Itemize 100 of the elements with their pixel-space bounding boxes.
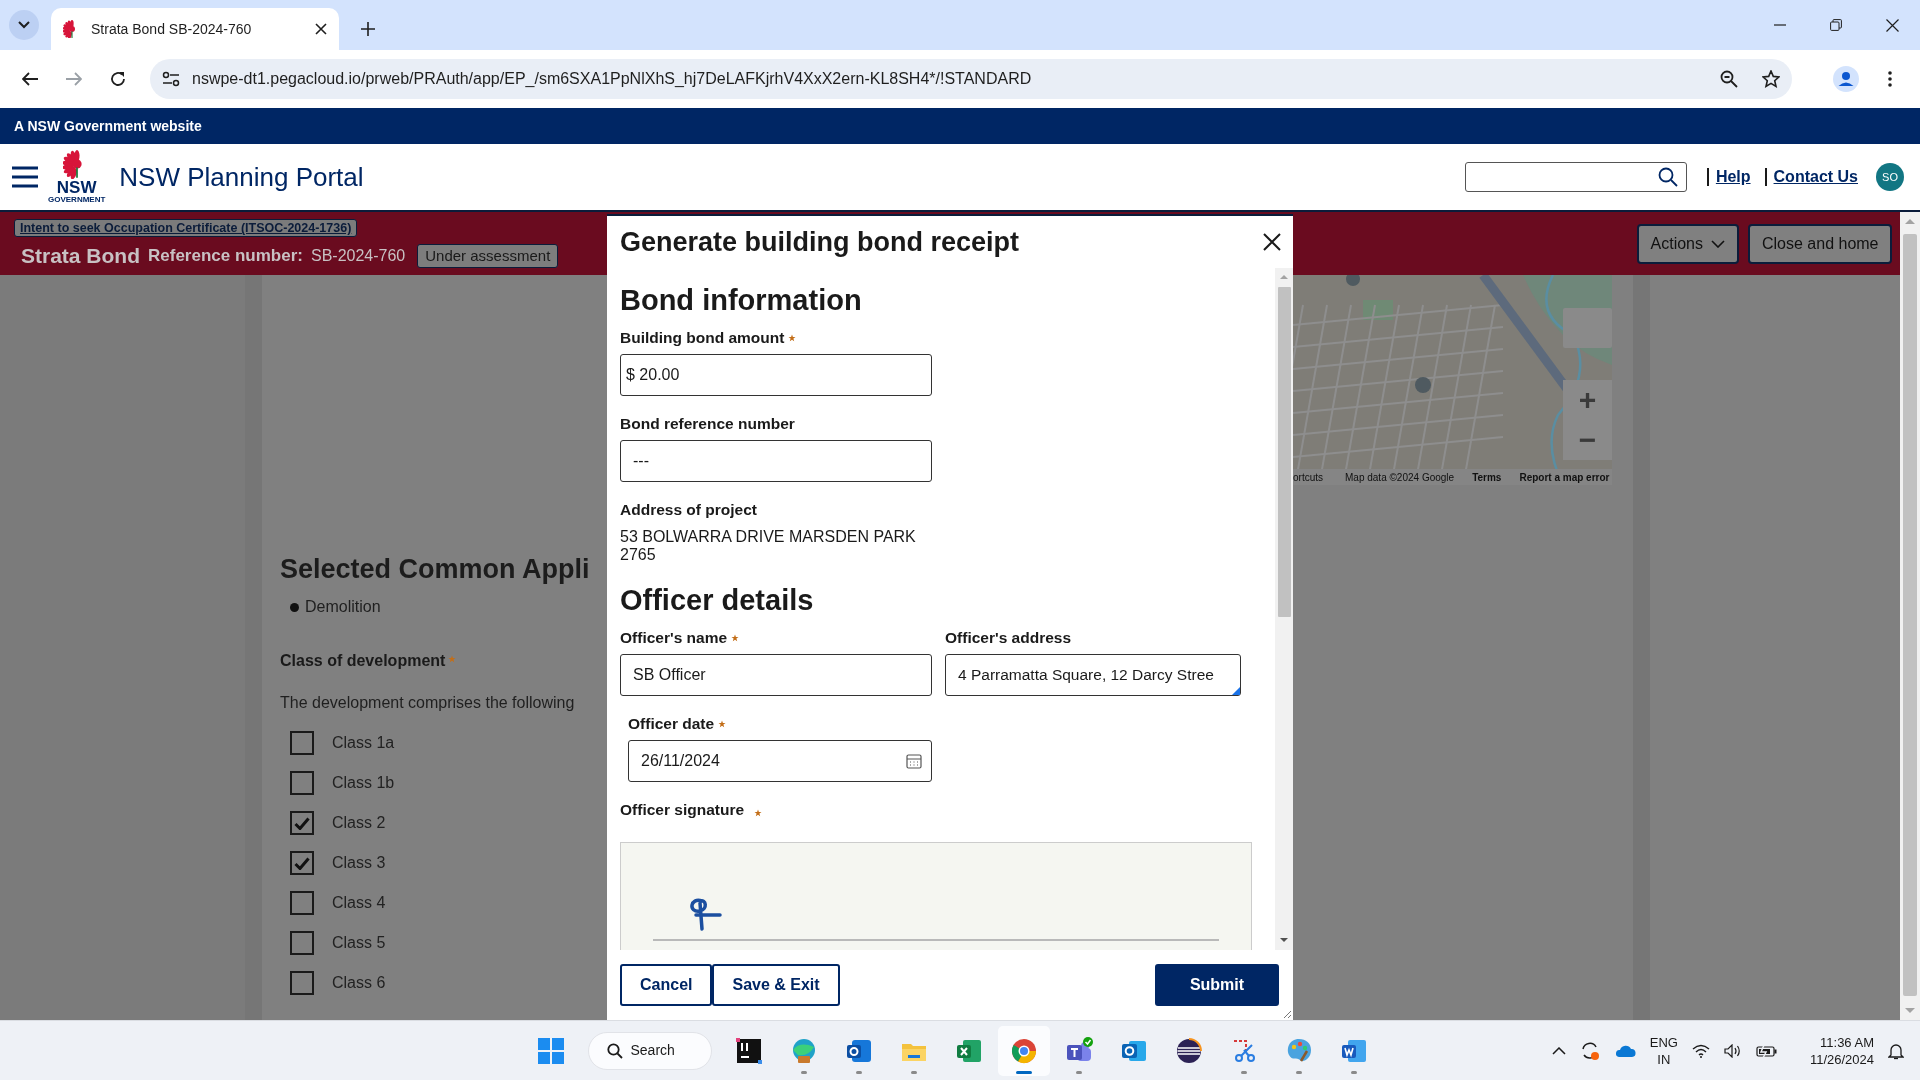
checkbox[interactable] [290, 771, 314, 796]
running-indicator [800, 1070, 807, 1074]
notifications-button[interactable] [1888, 1041, 1904, 1060]
close-button[interactable] [1263, 233, 1281, 251]
ide-icon [734, 1036, 763, 1065]
section-heading: Selected Common Appli [280, 553, 590, 586]
close-icon [1263, 233, 1281, 251]
planet-icon [1174, 1036, 1203, 1065]
avatar[interactable]: SO [1876, 163, 1904, 191]
hamburger-menu-icon [12, 166, 38, 188]
back-arrow-icon [22, 72, 38, 86]
status-badge: Under assessment [417, 243, 559, 269]
text-area[interactable]: 4 Parramatta Square, 12 Darcy Stree [945, 654, 1241, 696]
browser-icon [1009, 1036, 1038, 1065]
clock[interactable]: 11:36 AM 11/26/2024 [1809, 1033, 1874, 1068]
checkbox[interactable] [290, 971, 314, 996]
map-link[interactable]: Report a map error [1519, 469, 1610, 485]
resize-handle-icon[interactable] [1232, 687, 1240, 695]
chevron-up-icon [1551, 1046, 1566, 1055]
running-indicator [1350, 1070, 1357, 1074]
map-link[interactable]: Terms [1472, 469, 1502, 485]
menu-button[interactable] [12, 166, 38, 188]
close-tab-button[interactable] [315, 23, 327, 35]
wifi-icon[interactable] [1691, 1043, 1710, 1058]
running-indicator [910, 1070, 917, 1074]
search-field[interactable] [1464, 162, 1687, 192]
checkbox-label: Class 4 [332, 893, 386, 914]
secondary-button[interactable]: Cancel [620, 964, 713, 1006]
input-field[interactable]: --- [620, 440, 932, 482]
required-icon [788, 334, 797, 342]
checkbox-label: Class 2 [332, 813, 386, 834]
tab-search-button[interactable] [9, 10, 39, 40]
search-icon [606, 1042, 623, 1059]
checkbox-label: Class 3 [332, 853, 386, 874]
submit-button[interactable]: Submit [1155, 964, 1279, 1006]
person-icon [1833, 66, 1859, 92]
parent-case-link[interactable]: Intent to seek Occupation Certificate (ITSOC-2024-1736) [14, 219, 358, 238]
cloud-button[interactable] [1613, 1043, 1636, 1058]
checkbox[interactable] [290, 891, 314, 916]
header-link[interactable]: Help [1706, 168, 1751, 186]
required-icon [731, 634, 740, 642]
battery-icon[interactable] [1755, 1043, 1778, 1058]
checkbox[interactable] [290, 811, 314, 836]
four-squares-icon [537, 1037, 564, 1064]
address-bar[interactable]: nswpe-dt1.pegacloud.io/prweb/PRAuth/app/EP_/sm6SXA1PpNlXhS_hj7DeLAFKjrhV4XxX2ern-KL8SH4*/!STANDARD [150, 59, 1792, 99]
government-banner-text: A NSW Government website [14, 116, 202, 136]
reference-label: Reference number: [148, 245, 303, 268]
checkmark-icon [294, 856, 310, 870]
input-field[interactable]: $ 20.00 [620, 354, 932, 396]
close-icon [1885, 18, 1899, 32]
reference-number: SB-2024-760 [310, 246, 406, 266]
running-indicator [1075, 1070, 1082, 1074]
secondary-button[interactable]: Save & Exit [712, 964, 840, 1006]
search-icon[interactable] [1657, 167, 1678, 187]
cloud-icon [1613, 1043, 1636, 1058]
checkbox-label: Class 6 [332, 973, 386, 994]
sync-button[interactable] [1579, 1040, 1600, 1061]
url-text: nswpe-dt1.pegacloud.io/prweb/PRAuth/app/EP_/sm6SXA1PpNlXhS_hj7DeLAFKjrhV4XxX2ern-KL8SH4*/!STANDARD [192, 69, 1033, 89]
section-heading: Officer details [620, 583, 815, 618]
zoom-icon[interactable] [1720, 70, 1738, 88]
input-field[interactable]: SB Officer [620, 654, 932, 696]
show-hidden-icons-button[interactable] [1551, 1046, 1566, 1055]
calendar-icon[interactable] [906, 753, 922, 769]
close-icon [315, 23, 327, 35]
running-indicator [1015, 1070, 1032, 1074]
sync-icon [1579, 1040, 1600, 1061]
field-label: Address of project [620, 500, 757, 520]
browser-tab[interactable]: Strata Bond SB-2024-760 [51, 8, 339, 50]
running-indicator [1240, 1070, 1247, 1074]
checkbox-label: Class 1a [332, 733, 395, 754]
minimize-icon [1774, 24, 1786, 26]
header-link[interactable]: Contact Us [1764, 168, 1858, 186]
chevron-down-icon [1711, 239, 1725, 248]
checkbox[interactable] [290, 851, 314, 876]
required-icon [718, 720, 727, 728]
language-indicator[interactable]: ENG IN [1649, 1033, 1678, 1068]
required-icon [448, 655, 457, 664]
taskbar-search[interactable]: Search [587, 1031, 712, 1070]
logo-subtext: GOVERNMENT [48, 196, 106, 204]
checkbox[interactable] [290, 931, 314, 956]
bullet-dot [290, 602, 299, 612]
actions-dropdown[interactable]: Actions [1636, 223, 1739, 264]
field-label: Bond reference number [620, 414, 795, 434]
description-text: The development comprises the following [280, 693, 575, 714]
close-home-button[interactable]: Close and home [1748, 223, 1892, 264]
forward-arrow-icon [66, 72, 82, 86]
star-icon[interactable] [1762, 70, 1780, 88]
scrollbar[interactable] [1275, 268, 1293, 950]
checkbox-label: Class 1b [332, 773, 395, 794]
field-label: Class of development [280, 651, 446, 672]
date-field[interactable]: 26/11/2024 [628, 740, 932, 782]
bell-icon [1888, 1041, 1904, 1060]
checkmark-icon [294, 816, 310, 830]
new-tab-button[interactable] [361, 22, 375, 36]
dialog-title: Generate building bond receipt [620, 225, 1021, 259]
restore-icon [1830, 19, 1842, 31]
checkbox[interactable] [290, 731, 314, 756]
resize-grip-icon[interactable] [1283, 1010, 1291, 1018]
checkbox-label: Class 5 [332, 933, 386, 954]
speaker-icon[interactable] [1723, 1043, 1742, 1058]
